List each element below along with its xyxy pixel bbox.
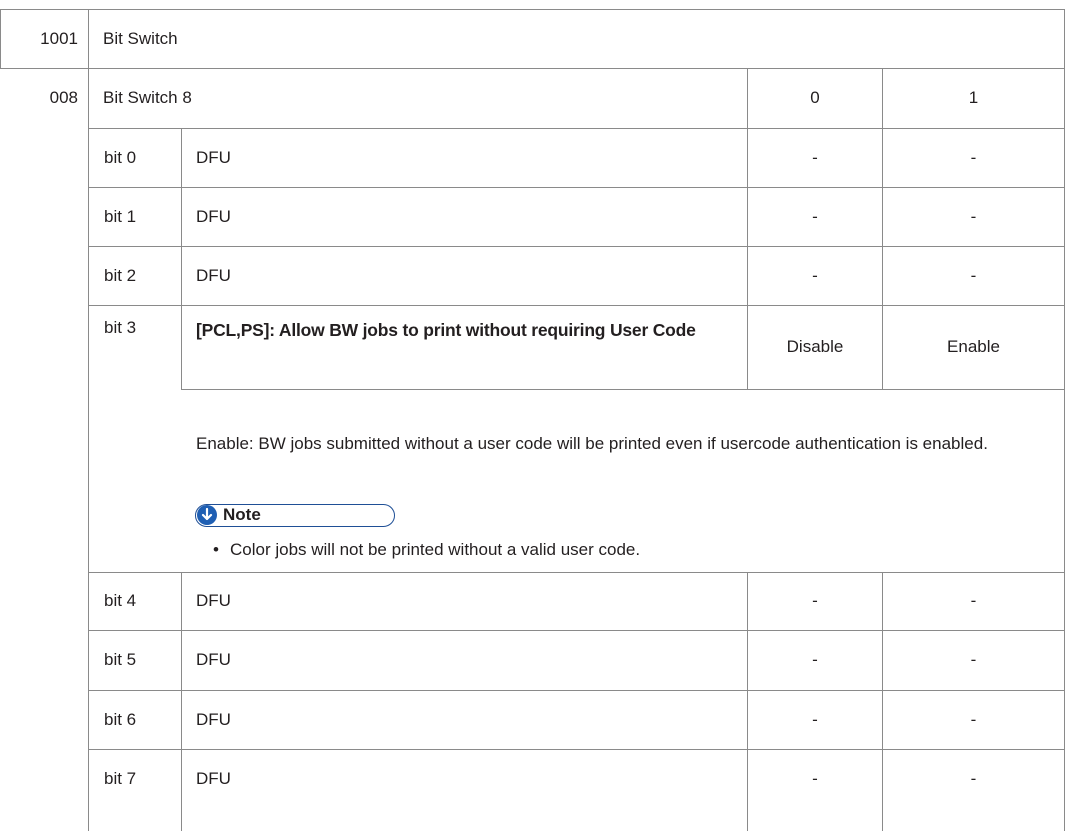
bit-description: [PCL,PS]: Allow BW jobs to print without… <box>196 320 696 340</box>
bit-switch-table: 1001 Bit Switch 008 Bit Switch 8 0 1 bit… <box>0 0 1079 831</box>
bit-value-1: - <box>970 206 977 226</box>
bit-value-1: - <box>970 265 977 285</box>
note-label: Note <box>223 505 261 524</box>
bit-value-0: - <box>812 768 818 788</box>
bit-value-0: - <box>812 591 818 610</box>
bit-label: bit 7 <box>104 768 137 788</box>
bit-label: bit 2 <box>104 265 137 285</box>
down-arrow-circle-icon <box>197 505 217 525</box>
rule <box>181 389 1064 390</box>
column-0-header: 0 <box>810 88 820 107</box>
bit-value-0: - <box>812 709 818 729</box>
section-title: Bit Switch <box>103 28 178 48</box>
bit-value-0: Disable <box>786 337 844 356</box>
bit-description: DFU <box>196 265 231 285</box>
bit-label: bit 0 <box>104 147 137 167</box>
bit-label: bit 6 <box>104 709 137 729</box>
bit-description: DFU <box>196 147 231 167</box>
bit-description: DFU <box>196 709 231 729</box>
bit-description: DFU <box>196 768 231 788</box>
bit-value-1: - <box>970 768 977 788</box>
bit-label: bit 5 <box>104 650 137 669</box>
note-bullet: Color jobs will not be printed without a… <box>230 540 641 559</box>
bit-value-1: - <box>970 709 977 729</box>
rule <box>181 572 182 831</box>
column-1-header: 1 <box>968 88 979 107</box>
bit-label: bit 4 <box>104 591 137 610</box>
bit-value-0: - <box>812 206 818 226</box>
switch-title: Bit Switch 8 <box>103 88 192 107</box>
bit-value-0: - <box>812 650 818 669</box>
bullet-icon: • <box>213 540 219 559</box>
code-008: 008 <box>49 88 78 107</box>
bit-description: DFU <box>196 591 231 610</box>
rule <box>181 128 182 389</box>
bit-description: DFU <box>196 650 231 669</box>
bit-value-1: - <box>970 147 977 167</box>
bit-value-1: - <box>970 650 977 669</box>
bit-3-explanation: Enable: BW jobs submitted without a user… <box>196 434 988 453</box>
bit-value-1: Enable <box>947 337 1000 356</box>
rule <box>88 9 89 831</box>
bit-label: bit 1 <box>104 206 137 226</box>
bit-value-1: - <box>970 591 977 610</box>
bit-value-0: - <box>812 147 818 167</box>
bit-description: DFU <box>196 206 231 226</box>
rule <box>1064 9 1065 831</box>
bit-label: bit 3 <box>104 318 137 337</box>
bit-value-0: - <box>812 265 818 285</box>
code-1001: 1001 <box>40 28 78 48</box>
